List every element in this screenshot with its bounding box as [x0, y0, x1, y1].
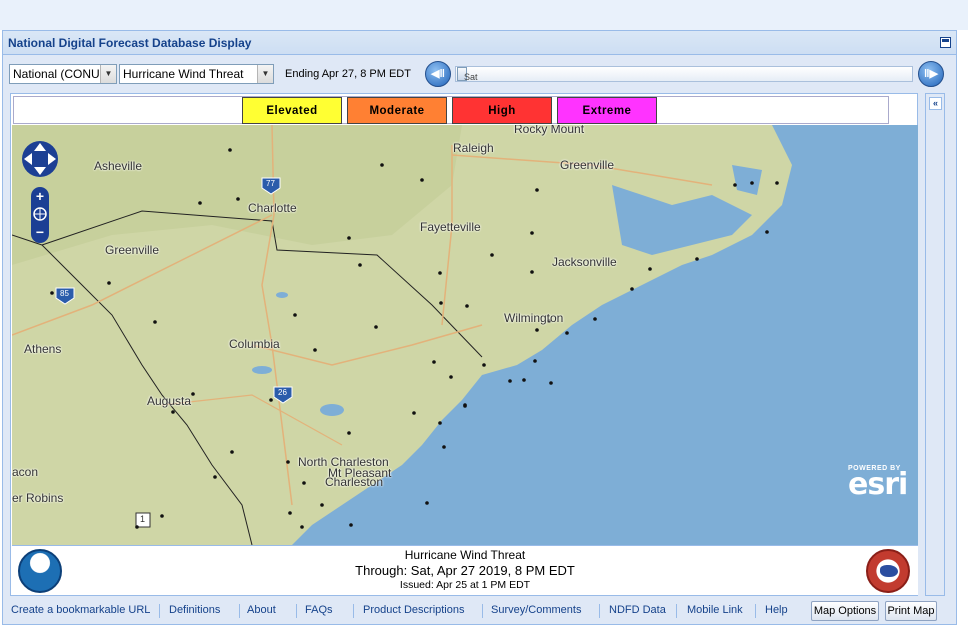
- map-footer: Hurricane Wind Threat Through: Sat, Apr …: [12, 545, 918, 595]
- place-label: Columbia: [229, 337, 280, 351]
- definitions-link[interactable]: Definitions: [169, 604, 220, 616]
- bottom-link-bar: Create a bookmarkable URL Definitions Ab…: [3, 599, 956, 624]
- product-select-value: Hurricane Wind Threat: [123, 67, 244, 81]
- esri-logo: esri: [848, 467, 908, 502]
- link-separator: [159, 604, 160, 618]
- legend-high: High: [452, 97, 552, 124]
- interstate-label: 85: [60, 289, 69, 298]
- product-descriptions-link[interactable]: Product Descriptions: [363, 604, 465, 616]
- link-separator: [676, 604, 677, 618]
- panel-header: National Digital Forecast Database Displ…: [3, 31, 956, 55]
- panel-title: National Digital Forecast Database Displ…: [8, 36, 252, 50]
- esri-attribution: POWERED BY esri: [848, 465, 908, 502]
- interstate-label: 77: [266, 179, 275, 188]
- chevron-down-icon: ▼: [257, 65, 273, 83]
- legend-extreme: Extreme: [557, 97, 657, 124]
- pan-zoom-control[interactable]: + −: [20, 131, 60, 247]
- link-separator: [755, 604, 756, 618]
- legend-moderate-label: Moderate: [369, 105, 425, 117]
- link-separator: [599, 604, 600, 618]
- place-label: er Robins: [12, 491, 64, 505]
- region-select[interactable]: National (CONUS) ▼: [9, 64, 117, 84]
- time-slider-day-label: Sat: [464, 72, 478, 82]
- legend-elevated: Elevated: [242, 97, 342, 124]
- place-label: acon: [12, 465, 39, 479]
- legend-moderate: Moderate: [347, 97, 447, 124]
- place-label: Asheville: [94, 159, 143, 173]
- ending-time-text: Ending Apr 27, 8 PM EDT: [285, 68, 411, 80]
- legend-elevated-label: Elevated: [266, 105, 318, 117]
- footer-issued-time: Issued: Apr 25 at 1 PM EDT: [399, 579, 531, 591]
- survey-comments-link[interactable]: Survey/Comments: [491, 604, 581, 616]
- legend-divider: [888, 97, 889, 124]
- lake: [252, 366, 272, 374]
- faqs-link[interactable]: FAQs: [305, 604, 333, 616]
- highway-label: 1: [140, 514, 146, 524]
- chevron-down-icon: ▼: [100, 65, 116, 83]
- ndfd-panel: National Digital Forecast Database Displ…: [2, 30, 957, 625]
- help-link[interactable]: Help: [765, 604, 788, 616]
- place-label: Charleston: [325, 475, 384, 489]
- link-separator: [296, 604, 297, 618]
- legend-extreme-label: Extreme: [582, 105, 632, 117]
- place-label: Fayetteville: [420, 220, 481, 234]
- print-map-button[interactable]: Print Map: [885, 601, 937, 621]
- place-label: Wilmington: [504, 311, 564, 325]
- about-link[interactable]: About: [247, 604, 276, 616]
- bookmark-url-link[interactable]: Create a bookmarkable URL: [11, 604, 150, 616]
- link-separator: [353, 604, 354, 618]
- step-forward-button[interactable]: ‖▶: [918, 61, 944, 87]
- map-options-button[interactable]: Map Options: [811, 601, 879, 621]
- place-label: Greenville: [560, 158, 615, 172]
- zoom-in-icon: +: [36, 188, 44, 204]
- link-separator: [239, 604, 240, 618]
- place-label: Charlotte: [248, 201, 297, 215]
- legend-bar: Elevated Moderate High Extreme: [13, 96, 889, 124]
- time-slider[interactable]: Sat: [455, 66, 913, 82]
- interstate-label: 26: [278, 388, 287, 397]
- product-select[interactable]: Hurricane Wind Threat ▼: [119, 64, 274, 84]
- place-label: Raleigh: [453, 141, 494, 155]
- collapse-panel-button[interactable]: [940, 37, 951, 48]
- step-back-icon: ◀‖: [431, 68, 445, 80]
- place-label: Greenville: [105, 243, 160, 257]
- toolbar: National (CONUS) ▼ Hurricane Wind Threat…: [3, 56, 956, 90]
- top-band: [0, 0, 968, 30]
- place-label: Athens: [24, 342, 62, 356]
- expand-side-panel-button[interactable]: «: [929, 97, 942, 110]
- region-select-value: National (CONUS): [13, 67, 112, 81]
- step-back-button[interactable]: ◀‖: [425, 61, 451, 87]
- lake: [276, 292, 288, 298]
- nws-logo: [866, 549, 910, 593]
- place-label: Rocky Mount: [514, 125, 585, 136]
- ndfd-data-link[interactable]: NDFD Data: [609, 604, 666, 616]
- side-panel-collapsed: «: [925, 93, 945, 596]
- link-separator: [482, 604, 483, 618]
- place-label: Augusta: [147, 394, 192, 408]
- map-frame: Elevated Moderate High Extreme Rocky Mou…: [10, 93, 918, 596]
- basemap: [12, 125, 792, 545]
- footer-product-title: Hurricane Wind Threat: [404, 548, 526, 562]
- lake: [320, 404, 344, 416]
- zoom-out-icon: −: [36, 224, 44, 240]
- footer-through-time: Through: Sat, Apr 27 2019, 8 PM EDT: [355, 563, 575, 578]
- legend-high-label: High: [488, 105, 516, 117]
- map-canvas[interactable]: Rocky Mount Raleigh Greenville Asheville…: [12, 125, 918, 545]
- step-forward-icon: ‖▶: [924, 68, 938, 80]
- place-label: Jacksonville: [552, 255, 617, 269]
- mobile-link[interactable]: Mobile Link: [687, 604, 743, 616]
